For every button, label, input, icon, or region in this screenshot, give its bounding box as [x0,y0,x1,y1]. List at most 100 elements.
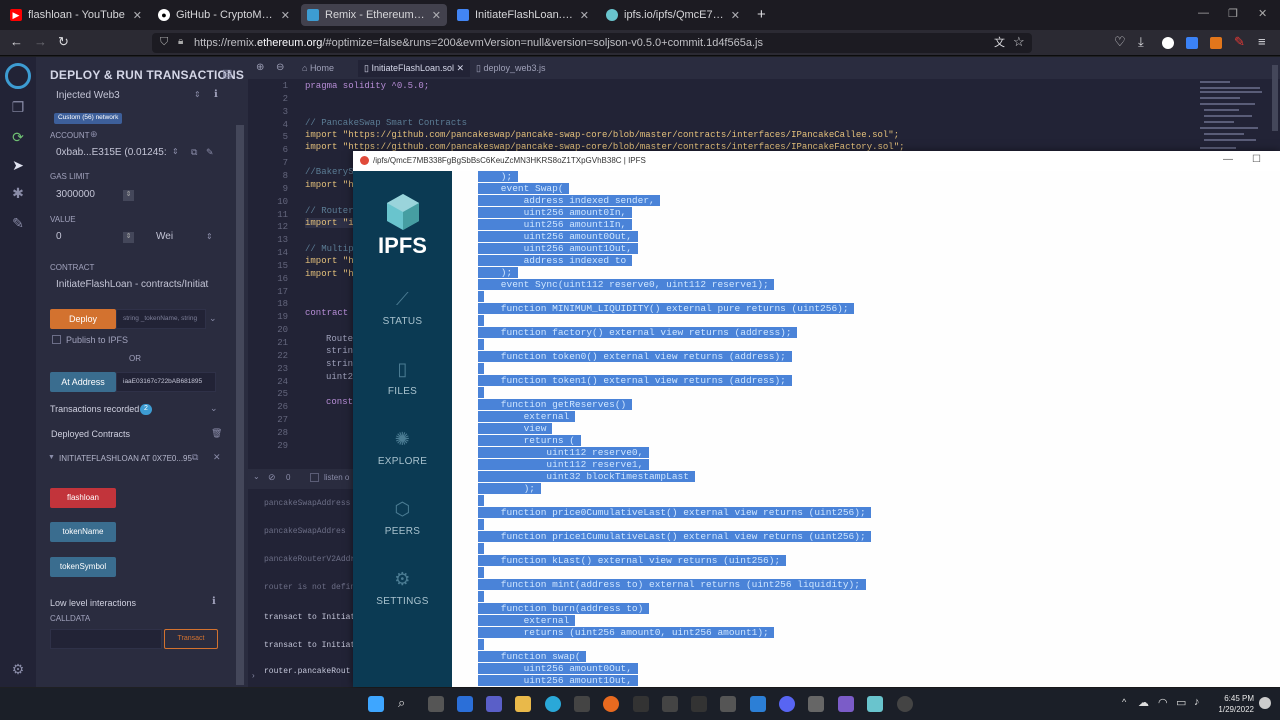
chat-icon[interactable] [486,696,502,712]
publish-ipfs-checkbox[interactable] [52,335,61,344]
file-explorer-icon[interactable] [515,696,531,712]
search-icon[interactable]: ⌕ [398,695,414,711]
bookmark-star-icon[interactable]: ☆ [1013,34,1025,50]
app-icon[interactable] [633,696,649,712]
tab-deploy-web3[interactable]: ▯ deploy_web3.js [470,60,552,77]
start-icon[interactable] [368,696,384,712]
browser-tab-google-docs[interactable]: InitiateFlashLoan.sol - Google D ✕ [451,4,595,26]
deploy-button[interactable]: Deploy [50,309,116,329]
downloads-icon[interactable]: ⤓ [1138,34,1144,50]
menu-icon[interactable]: ≡ [1258,34,1266,49]
firefox-icon[interactable] [603,696,619,712]
close-tab-icon[interactable]: ✕ [731,9,740,22]
monitor-icon[interactable]: ▭ [1176,696,1186,709]
at-address-button[interactable]: At Address [50,372,116,392]
edit-icon[interactable]: ✎ [206,147,214,158]
at-address-input[interactable]: iaaE03167c722bAB681895 [116,372,216,392]
translate-icon[interactable]: 文 [994,34,1005,50]
close-tab-icon[interactable]: ✕ [432,9,441,22]
zoom-out-icon[interactable]: ⊖ [276,62,284,73]
shield-icon[interactable]: ⛉ [160,36,168,49]
close-icon[interactable]: ✕ [454,63,465,73]
address-bar[interactable]: ⛉ 🔒︎ https://remix. ethereum.org/#optimiz… [152,33,1032,53]
tab-initiateflashloan[interactable]: ▯ InitiateFlashLoan.sol ✕ [358,60,471,77]
new-tab-button[interactable]: + [757,6,766,23]
discord-icon[interactable] [779,696,795,712]
forward-icon[interactable]: → [34,34,47,49]
extension-icon[interactable] [1162,37,1174,49]
account-select[interactable]: 0xbab...E315E (0.01245: [50,144,180,162]
reload-icon[interactable]: ↻ [58,34,69,50]
nav-status[interactable]: ⟋ STATUS [353,289,452,327]
tokensymbol-button[interactable]: tokenSymbol [50,557,116,577]
transact-button[interactable]: Transact [164,629,218,649]
settings-gear-icon[interactable]: ⚙ [9,661,27,679]
tab-home[interactable]: ⌂ Home [296,60,340,77]
browser-tab-remix[interactable]: Remix - Ethereum IDE ✕ [301,4,447,26]
listen-checkbox[interactable] [310,473,319,482]
copy-icon[interactable]: ⧉ [192,452,198,463]
copy-icon[interactable]: ⧉ [191,147,197,158]
clear-console-icon[interactable]: ⊘ [268,472,276,483]
pocket-icon[interactable]: ♡ [1114,34,1126,50]
vscode-icon[interactable] [750,696,766,712]
add-account-icon[interactable]: ⊕ [90,129,98,140]
stepper-icon[interactable]: ⇕ [123,190,134,201]
chevron-down-icon[interactable]: ⌄ [209,313,217,324]
stepper-icon[interactable]: ⇕ [123,232,134,243]
flashloan-button[interactable]: flashloan [50,488,116,508]
contract-select[interactable]: InitiateFlashLoan - contracts/Initiat [50,276,214,294]
back-icon[interactable]: ← [10,34,23,49]
ipfs-desktop-icon[interactable] [867,696,883,712]
clock[interactable]: 6:45 PM 1/29/2022 [1210,693,1254,715]
wifi-icon[interactable]: ◠ [1158,696,1168,709]
browser-tab-github[interactable]: ● GitHub - CryptoManiac82/BNB ✕ [152,4,296,26]
close-tab-icon[interactable]: ✕ [281,9,290,22]
zoom-in-icon[interactable]: ⊕ [256,62,264,73]
extension-icon[interactable] [1186,37,1198,49]
browser-tab-youtube[interactable]: ▶ flashloan - YouTube ✕ [4,4,148,26]
deploy-run-icon[interactable]: ➤ [9,157,27,175]
cloud-icon[interactable]: ☁ [1138,696,1149,709]
editor-scrollbar[interactable] [1272,65,1278,131]
ipfs-file-content[interactable]: ); event Swap( address indexed sender, u… [452,171,1280,687]
nav-explore[interactable]: ✺ EXPLORE [353,429,452,467]
nav-files[interactable]: ▯ FILES [353,359,452,397]
maximize-icon[interactable]: ☐ [1252,154,1261,165]
transactions-recorded-label[interactable]: Transactions recorded [50,404,139,414]
volume-icon[interactable]: ♪ [1194,696,1200,708]
info-icon[interactable]: ℹ [212,596,216,607]
edge-icon[interactable] [545,696,561,712]
environment-select[interactable]: Injected Web3 [50,87,206,105]
app-icon[interactable] [897,696,913,712]
deploy-params-input[interactable]: string _tokenName, string [116,309,206,329]
plugin-manager-icon[interactable]: ✎ [9,215,27,233]
close-tab-icon[interactable]: ✕ [580,9,589,22]
metamask-icon[interactable] [1210,37,1222,49]
collapse-icon[interactable]: ⌄ [253,472,260,481]
minimize-icon[interactable]: — [1223,154,1233,165]
panel-scrollbar[interactable] [236,125,244,685]
tokenname-button[interactable]: tokenName [50,522,116,542]
remix-logo-icon[interactable] [5,63,31,89]
info-icon[interactable]: ℹ [214,89,218,100]
app-icon[interactable] [720,696,736,712]
close-tab-icon[interactable]: ✕ [133,9,142,22]
maximize-window-icon[interactable]: ❐ [1228,7,1238,20]
store-icon[interactable] [574,696,590,712]
trash-icon[interactable]: 🗑︎ [211,428,222,439]
file-explorer-icon[interactable]: ❐ [9,99,27,117]
minimize-window-icon[interactable]: — [1198,7,1209,19]
widgets-icon[interactable] [457,696,473,712]
close-window-icon[interactable]: ✕ [1258,7,1267,20]
panel-menu-icon[interactable]: ▤ [222,67,232,80]
app-icon[interactable] [662,696,678,712]
nav-settings[interactable]: ⚙ SETTINGS [353,569,452,607]
calculator-icon[interactable] [808,696,824,712]
app-icon[interactable] [691,696,707,712]
chevron-down-icon[interactable]: ▼ [48,454,55,461]
contract-instance-label[interactable]: INITIATEFLASHLOAN AT 0X7E0...95 [59,454,192,463]
app-icon[interactable] [838,696,854,712]
notification-icon[interactable] [1259,697,1271,709]
calldata-input[interactable] [50,629,162,649]
